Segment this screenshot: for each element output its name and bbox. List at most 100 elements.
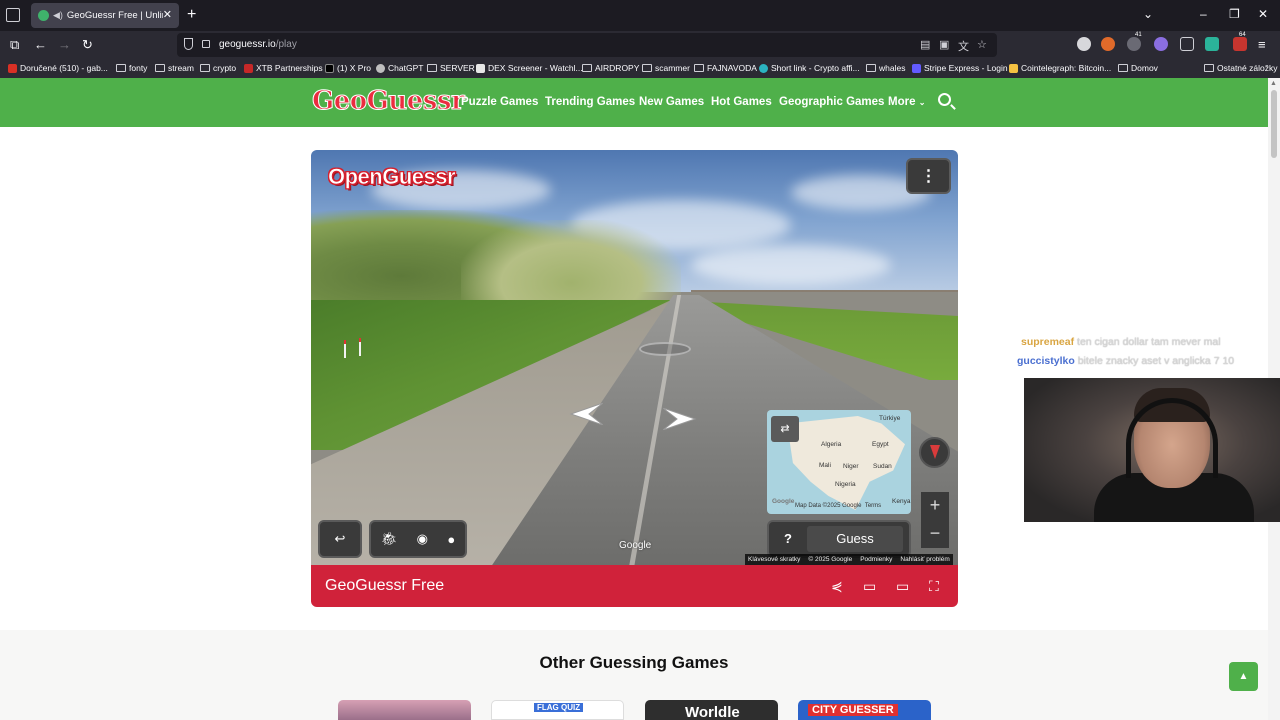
- terms-link[interactable]: Podmienky: [860, 556, 892, 563]
- app-menu-icon[interactable]: ≡: [1258, 37, 1266, 52]
- zoom-out-button[interactable]: −: [921, 520, 949, 548]
- tab-overview-icon[interactable]: [6, 8, 20, 22]
- bookmark-folder[interactable]: FAJNAVODA: [694, 63, 757, 73]
- bookmark-item[interactable]: Short link - Crypto affi...: [759, 63, 860, 73]
- bookmark-folder[interactable]: stream: [155, 63, 194, 73]
- map-label: Algeria: [821, 441, 842, 448]
- nav-geographic-games[interactable]: Geographic Games: [779, 96, 884, 108]
- wallet-extension-icon[interactable]: [1205, 37, 1219, 51]
- reader-view-icon[interactable]: ▤: [920, 38, 930, 51]
- account-icon[interactable]: [1077, 37, 1091, 51]
- bookmark-folder[interactable]: SERVER: [427, 63, 475, 73]
- bookmark-folder[interactable]: fonty: [116, 63, 147, 73]
- game-card-city-guesser[interactable]: CITY GUESSER: [798, 700, 931, 720]
- map-settings-icon[interactable]: ⇄: [771, 416, 799, 442]
- game-card-flag-quiz[interactable]: FLAG QUIZ: [491, 700, 624, 720]
- undo-button[interactable]: ↩: [318, 520, 362, 558]
- browser-tab[interactable]: ◀) GeoGuessr Free | Unlimited ✕: [31, 3, 179, 28]
- report-problem-link[interactable]: Nahlásiť problém: [900, 556, 949, 563]
- bookmarks-bar: Doručené (510) - gab... fonty stream cry…: [0, 59, 1280, 78]
- map-label: Sudan: [873, 463, 892, 470]
- keyboard-shortcuts-link[interactable]: Klávesové skratky: [748, 556, 800, 563]
- back-icon[interactable]: ←: [34, 37, 47, 52]
- close-tab-icon[interactable]: ✕: [163, 8, 172, 21]
- lock-icon[interactable]: [202, 40, 210, 48]
- bookmark-item[interactable]: DEX Screener - Watchl...: [476, 63, 583, 73]
- comment-icon[interactable]: ▭: [863, 578, 876, 595]
- minimize-icon[interactable]: –: [1200, 7, 1207, 21]
- extensions-puzzle-icon[interactable]: [1180, 37, 1194, 51]
- other-games-title: Other Guessing Games: [539, 653, 729, 672]
- street-view-panorama[interactable]: OpenGuessr ⋮ Google ↩ 🐞︎ ◉ ● ⇄ Türkiye A…: [311, 150, 958, 565]
- scroll-up-arrow-icon[interactable]: ▲: [1270, 80, 1277, 87]
- bookmark-folder[interactable]: whales: [866, 63, 905, 73]
- game-menu-button[interactable]: ⋮: [906, 158, 951, 194]
- zoom-in-button[interactable]: +: [921, 492, 949, 520]
- webcam-overlay: [1024, 378, 1280, 522]
- bookmark-folder[interactable]: Domov: [1118, 63, 1158, 73]
- fullscreen-exit-icon[interactable]: ⛶: [929, 578, 939, 595]
- nav-trending-games[interactable]: Trending Games: [545, 96, 635, 108]
- map-terms-link[interactable]: Terms: [865, 503, 881, 509]
- browser-nav-bar: ⧉ ← → ↻ geoguessr.io/play ▤ ▣ 文 ☆ 41 64 …: [0, 31, 1280, 59]
- bookmark-item[interactable]: Doručené (510) - gab...: [8, 63, 108, 73]
- address-bar[interactable]: geoguessr.io/play ▤ ▣ 文 ☆: [177, 33, 997, 57]
- compass-icon[interactable]: [919, 437, 950, 468]
- bookmark-item[interactable]: Stripe Express - Login: [912, 63, 1008, 73]
- bookmark-item[interactable]: ChatGPT: [376, 63, 423, 73]
- social-button-group: 🐞︎ ◉ ●: [369, 520, 467, 558]
- screenshot-icon[interactable]: ▣: [939, 38, 949, 51]
- map-label: Egypt: [872, 441, 889, 448]
- reload-icon[interactable]: ↻: [82, 37, 93, 53]
- move-back-arrow-icon[interactable]: [569, 403, 603, 425]
- bug-report-icon[interactable]: 🐞︎: [381, 531, 398, 547]
- move-forward-arrow-icon[interactable]: [663, 408, 697, 430]
- nav-puzzle-games[interactable]: Puzzle Games: [461, 96, 538, 108]
- map-data-attribution: Map Data ©2025 Google Terms: [795, 503, 882, 509]
- bookmark-folder[interactable]: AIRDROPY: [582, 63, 639, 73]
- scrollbar-thumb[interactable]: [1271, 90, 1277, 158]
- tab-favicon-icon: [38, 10, 49, 21]
- bookmark-item[interactable]: (1) X Pro: [325, 63, 371, 73]
- bookmark-star-icon[interactable]: ☆: [977, 38, 987, 51]
- game-card[interactable]: [338, 700, 471, 720]
- new-tab-icon[interactable]: +: [187, 6, 196, 24]
- help-button[interactable]: ?: [773, 526, 803, 552]
- nav-more[interactable]: More ⌄: [888, 96, 925, 108]
- url-text[interactable]: geoguessr.io/play: [219, 39, 297, 50]
- reddit-icon[interactable]: ●: [447, 532, 455, 547]
- search-icon[interactable]: [938, 93, 951, 106]
- scroll-to-top-button[interactable]: ▲: [1229, 662, 1258, 691]
- openguessr-logo: OpenGuessr: [328, 164, 456, 190]
- nav-hot-games[interactable]: Hot Games: [711, 96, 772, 108]
- metamask-extension-icon[interactable]: [1101, 37, 1115, 51]
- bookmark-item[interactable]: Cointelegraph: Bitcoin...: [1009, 63, 1111, 73]
- other-bookmarks-folder[interactable]: Ostatné záložky: [1204, 63, 1277, 73]
- tracking-shield-icon[interactable]: [184, 38, 193, 50]
- adblock-extension-icon[interactable]: 64: [1233, 32, 1247, 51]
- guess-button[interactable]: Guess: [807, 526, 903, 552]
- tab-list-chevron-icon[interactable]: ⌄: [1143, 7, 1153, 21]
- bookmark-item[interactable]: XTB Partnerships: [244, 63, 323, 73]
- discord-icon[interactable]: ◉: [417, 531, 428, 547]
- google-map-footer: Klávesové skratky © 2025 Google Podmienk…: [745, 554, 953, 565]
- close-window-icon[interactable]: ✕: [1258, 7, 1268, 21]
- restore-icon[interactable]: ❐: [1229, 7, 1240, 21]
- map-copyright: © 2025 Google: [808, 556, 853, 563]
- sidebar-toggle-icon[interactable]: ⧉: [10, 37, 19, 53]
- nav-new-games[interactable]: New Games: [639, 96, 704, 108]
- guess-minimap[interactable]: ⇄ Türkiye Algeria Egypt Mali Niger Sudan…: [767, 410, 911, 514]
- chat-message: supremeaf ten cigan dollar tam mever mal: [1021, 336, 1221, 348]
- share-icon[interactable]: ⋞: [831, 578, 843, 595]
- theater-mode-icon[interactable]: ▭: [896, 578, 909, 595]
- forward-icon[interactable]: →: [58, 37, 71, 52]
- site-logo[interactable]: GeoGuessr: [311, 86, 465, 117]
- translate-icon[interactable]: 文: [958, 38, 969, 54]
- game-title-bar: GeoGuessr Free ⋞ ▭ ▭ ⛶: [311, 565, 958, 607]
- ai-extension-icon[interactable]: [1154, 37, 1168, 51]
- bookmark-folder[interactable]: scammer: [642, 63, 690, 73]
- bookmark-folder[interactable]: crypto: [200, 63, 236, 73]
- extension-icon[interactable]: 41: [1127, 32, 1142, 51]
- game-card-worldle[interactable]: Worldle: [645, 700, 778, 720]
- audio-icon[interactable]: ◀): [53, 10, 63, 21]
